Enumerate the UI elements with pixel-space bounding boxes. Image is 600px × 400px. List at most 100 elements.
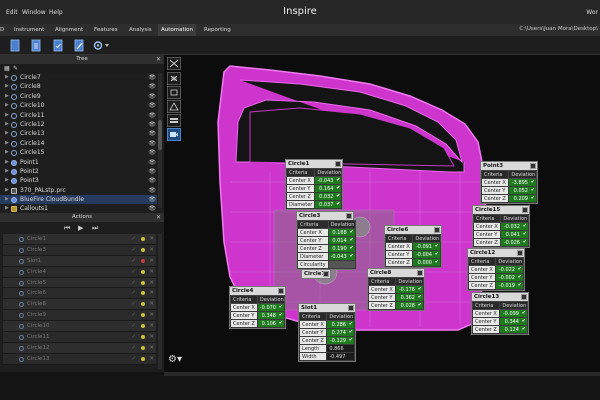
tab-d[interactable]: D [0, 24, 7, 36]
callout-circle8[interactable]: Circle8CriteriaDeviationCenter X-0.176Ce… [367, 268, 425, 311]
pin-icon[interactable] [522, 207, 528, 213]
skip-back-icon[interactable]: ⏮ [64, 223, 70, 233]
pin-icon[interactable] [278, 288, 284, 294]
tree-item[interactable]: ▶ Point3 👁 [0, 176, 157, 185]
eye-icon[interactable]: 👁 [148, 101, 156, 110]
gear-icon[interactable]: ⚙▾ [168, 354, 182, 365]
pin-icon[interactable] [323, 271, 329, 277]
action-item[interactable]: Slot1 ✓ ✕ [3, 255, 156, 267]
callout-circle13[interactable]: Circle13CriteriaDeviationCenter X-0.099C… [471, 292, 529, 335]
view-tool-layers[interactable] [167, 114, 181, 127]
eye-icon[interactable]: 👁 [148, 167, 156, 176]
remove-icon[interactable]: ✕ [149, 321, 154, 331]
tree-item[interactable]: ▶ Point2 👁 [0, 167, 157, 176]
expand-arrow-icon[interactable]: ▶ [5, 167, 9, 176]
callout-circle7[interactable]: Circle7 [301, 269, 331, 279]
remove-icon[interactable]: ✕ [149, 256, 154, 266]
remove-icon[interactable]: ✕ [149, 234, 154, 244]
callout-header[interactable]: Circle3 [297, 212, 353, 220]
eye-icon[interactable]: 👁 [148, 158, 156, 167]
expand-arrow-icon[interactable]: ▶ [5, 129, 9, 138]
view-tool-camera[interactable] [167, 128, 181, 141]
action-item[interactable]: Circle11 ✓ ✕ [3, 332, 156, 343]
expand-arrow-icon[interactable]: ▶ [5, 82, 9, 91]
pin-icon[interactable] [335, 161, 341, 167]
action-item[interactable]: Circle12 ✓ ✕ [3, 342, 156, 354]
actions-scrollbar[interactable] [158, 234, 162, 369]
eye-icon[interactable]: 👁 [148, 111, 156, 120]
callout-header[interactable]: Circle15 [473, 206, 529, 214]
action-item[interactable]: Circle5 ✓ ✕ [3, 277, 156, 289]
eye-icon[interactable]: 👁 [148, 120, 156, 129]
tab-reporting[interactable]: Reporting [201, 24, 234, 36]
tree-item[interactable]: ▶ Circle12 👁 [0, 120, 157, 129]
expand-arrow-icon[interactable]: ▶ [5, 195, 9, 204]
remove-icon[interactable]: ✕ [149, 299, 154, 309]
tab-analysis[interactable]: Analysis [126, 24, 155, 36]
open-sequence-button[interactable] [30, 39, 42, 52]
eye-icon[interactable]: 👁 [148, 92, 156, 101]
filter-icon[interactable]: ▦ [4, 64, 10, 73]
callout-header[interactable]: Circle7 [302, 270, 330, 278]
tree-item[interactable]: ▶ Circle13 👁 [0, 129, 157, 138]
tab-features[interactable]: Features [91, 24, 121, 36]
settings-dropdown-button[interactable] [92, 39, 112, 52]
remove-icon[interactable]: ✕ [149, 343, 154, 353]
expand-arrow-icon[interactable]: ▶ [5, 73, 9, 82]
tree-item[interactable]: ▶ BlueFire CloudBundle 👁 [0, 195, 157, 205]
tab-alignment[interactable]: Alignment [52, 24, 86, 36]
pencil-icon[interactable]: ✎ [13, 64, 18, 73]
callout-header[interactable]: Point3 [481, 162, 537, 170]
action-item[interactable]: Circle10 ✓ ✕ [3, 321, 156, 333]
remove-icon[interactable]: ✕ [149, 288, 154, 298]
callout-circle1[interactable]: Circle1CriteriaDeviationCenter X-0.043Ce… [285, 159, 343, 210]
action-item[interactable]: Circle1 ✓ ✕ [3, 234, 156, 245]
eye-icon[interactable]: 👁 [148, 139, 156, 148]
action-item[interactable]: Circle13 ✓ ✕ [3, 353, 156, 365]
action-item[interactable]: Circle6 ✓ ✕ [3, 288, 156, 300]
tree-item[interactable]: ▶ Circle11 👁 [0, 111, 157, 120]
expand-arrow-icon[interactable]: ▶ [5, 139, 9, 148]
expand-arrow-icon[interactable]: ▶ [5, 92, 9, 101]
action-item[interactable]: Circle8 ✓ ✕ [3, 299, 156, 311]
save-sequence-button[interactable] [52, 39, 64, 52]
callout-circle15[interactable]: Circle15CriteriaDeviationCenter X-0.032C… [472, 205, 530, 248]
remove-icon[interactable]: ✕ [149, 310, 154, 320]
pin-icon[interactable] [417, 270, 423, 276]
expand-arrow-icon[interactable]: ▶ [5, 148, 9, 157]
pin-icon[interactable] [346, 213, 352, 219]
workspace-label[interactable]: Wor [586, 9, 598, 16]
close-icon[interactable]: ✕ [156, 213, 161, 222]
tree-item[interactable]: ▶ Circle14 👁 [0, 139, 157, 148]
expand-arrow-icon[interactable]: ▶ [5, 101, 9, 110]
callout-slot1[interactable]: Slot1CriteriaDeviationCenter X0.286Cente… [298, 303, 356, 362]
callout-circle6[interactable]: Circle6CriteriaDeviationCenter X-0.091Ce… [384, 225, 442, 268]
eye-icon[interactable]: 👁 [148, 82, 156, 91]
eye-icon[interactable]: 👁 [148, 195, 156, 204]
eye-icon[interactable]: 👁 [148, 129, 156, 138]
tab-automation[interactable]: Automation [158, 24, 197, 36]
tree-item[interactable]: ▶ Point1 👁 [0, 158, 157, 167]
remove-icon[interactable]: ✕ [149, 332, 154, 342]
remove-icon[interactable]: ✕ [149, 245, 154, 255]
callout-header[interactable]: Circle8 [368, 269, 424, 277]
action-item[interactable]: Circle9 ✓ ✕ [3, 310, 156, 322]
action-item[interactable]: Circle3 ✓ ✕ [3, 244, 156, 256]
tree-item[interactable]: ▶ 370_PALstp.prc 👁 [0, 186, 157, 195]
callout-circle4[interactable]: Circle4CriteriaDeviationCenter X-0.070Ce… [229, 286, 286, 329]
tree-item[interactable]: ▶ Circle9 👁 [0, 92, 157, 101]
pin-icon[interactable] [434, 227, 440, 233]
callout-header[interactable]: Slot1 [299, 304, 355, 312]
eye-icon[interactable]: 👁 [148, 176, 156, 185]
view-tool-zoom-fit[interactable] [167, 57, 181, 70]
remove-icon[interactable]: ✕ [149, 267, 154, 277]
pin-icon[interactable] [348, 305, 354, 311]
eye-icon[interactable]: 👁 [148, 148, 156, 157]
skip-forward-icon[interactable]: ⏭ [92, 223, 98, 233]
remove-icon[interactable]: ✕ [149, 278, 154, 288]
callout-header[interactable]: Circle12 [468, 249, 524, 257]
callout-circle3[interactable]: Circle3CriteriaDeviationCenter X0.188Cen… [296, 211, 356, 270]
action-item[interactable]: Circle4 ✓ ✕ [3, 266, 156, 278]
view-tool-select[interactable] [167, 72, 181, 85]
play-icon[interactable]: ▶ [78, 223, 83, 233]
